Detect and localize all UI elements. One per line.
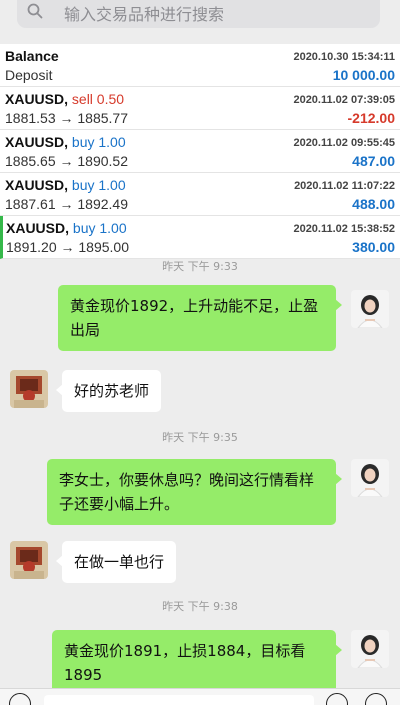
chat-timestamp: 昨天 下午 9:35	[162, 431, 238, 444]
trade-direction: buy 1.00	[72, 220, 127, 236]
trade-symbol: XAUUSD, buy 1.00	[5, 177, 126, 193]
trade-profit: -212.00	[347, 110, 395, 126]
trade-time: 2020.11.02 07:39:05	[293, 94, 395, 106]
trade-symbol: XAUUSD, sell 0.50	[5, 91, 125, 107]
trade-row[interactable]: XAUUSD, sell 0.50 1881.53 → 1885.77 2020…	[0, 87, 400, 130]
trade-prices: 1881.53 → 1885.77	[5, 110, 128, 126]
trade-direction: buy 1.00	[71, 134, 126, 150]
search-placeholder: 输入交易品种进行搜索	[64, 5, 225, 24]
trade-direction: buy 1.00	[71, 177, 126, 193]
contact-avatar[interactable]	[10, 370, 48, 408]
trade-history-list: Balance Deposit 2020.10.30 15:34:11 10 0…	[0, 44, 400, 259]
my-avatar[interactable]	[351, 630, 389, 668]
balance-time: 2020.10.30 15:34:11	[293, 51, 395, 63]
message-bubble-sent[interactable]: 黄金现价1891，止损1884，目标看1895	[52, 630, 342, 696]
chat-timestamp: 昨天 下午 9:38	[162, 600, 238, 613]
trade-symbol: XAUUSD, buy 1.00	[5, 134, 126, 150]
trade-row-selected[interactable]: XAUUSD, buy 1.00 1891.20 → 1895.00 2020.…	[0, 216, 400, 259]
trade-symbol: XAUUSD, buy 1.00	[6, 220, 127, 236]
plus-icon[interactable]	[365, 693, 387, 705]
trade-prices: 1891.20 → 1895.00	[6, 239, 129, 255]
search-bar: 输入交易品种进行搜索	[0, 0, 400, 44]
my-avatar[interactable]	[351, 290, 389, 328]
trade-row[interactable]: XAUUSD, buy 1.00 1887.61 → 1892.49 2020.…	[0, 173, 400, 216]
trade-direction: sell 0.50	[71, 91, 125, 107]
trade-prices: 1887.61 → 1892.49	[5, 196, 128, 212]
chat-timestamp: 昨天 下午 9:33	[162, 260, 238, 273]
voice-icon[interactable]	[9, 693, 31, 705]
message-bubble-sent[interactable]: 李女士，你要休息吗？晚间这行情看样子还要小幅上升。	[47, 459, 342, 525]
trade-row[interactable]: XAUUSD, buy 1.00 1885.65 → 1890.52 2020.…	[0, 130, 400, 173]
balance-title: Balance	[5, 48, 59, 64]
balance-subtitle: Deposit	[5, 67, 53, 83]
search-icon	[27, 3, 43, 19]
message-bubble-received[interactable]: 好的苏老师	[55, 370, 162, 412]
message-input[interactable]	[44, 695, 314, 705]
trade-profit: 380.00	[352, 239, 395, 255]
trade-profit: 487.00	[352, 153, 395, 169]
search-input[interactable]: 输入交易品种进行搜索	[17, 0, 380, 28]
message-bubble-sent[interactable]: 黄金现价1892，上升动能不足，止盈出局	[58, 285, 342, 351]
chat-input-bar	[0, 688, 400, 705]
trade-profit: 488.00	[352, 196, 395, 212]
contact-avatar[interactable]	[10, 541, 48, 579]
trade-time: 2020.11.02 11:07:22	[294, 180, 395, 192]
emoji-icon[interactable]	[326, 693, 348, 705]
my-avatar[interactable]	[351, 459, 389, 497]
trade-time: 2020.11.02 09:55:45	[293, 137, 395, 149]
balance-row[interactable]: Balance Deposit 2020.10.30 15:34:11 10 0…	[0, 44, 400, 87]
trade-prices: 1885.65 → 1890.52	[5, 153, 128, 169]
balance-amount: 10 000.00	[332, 67, 395, 83]
message-bubble-received[interactable]: 在做一单也行	[55, 541, 177, 583]
trade-time: 2020.11.02 15:38:52	[293, 223, 395, 235]
